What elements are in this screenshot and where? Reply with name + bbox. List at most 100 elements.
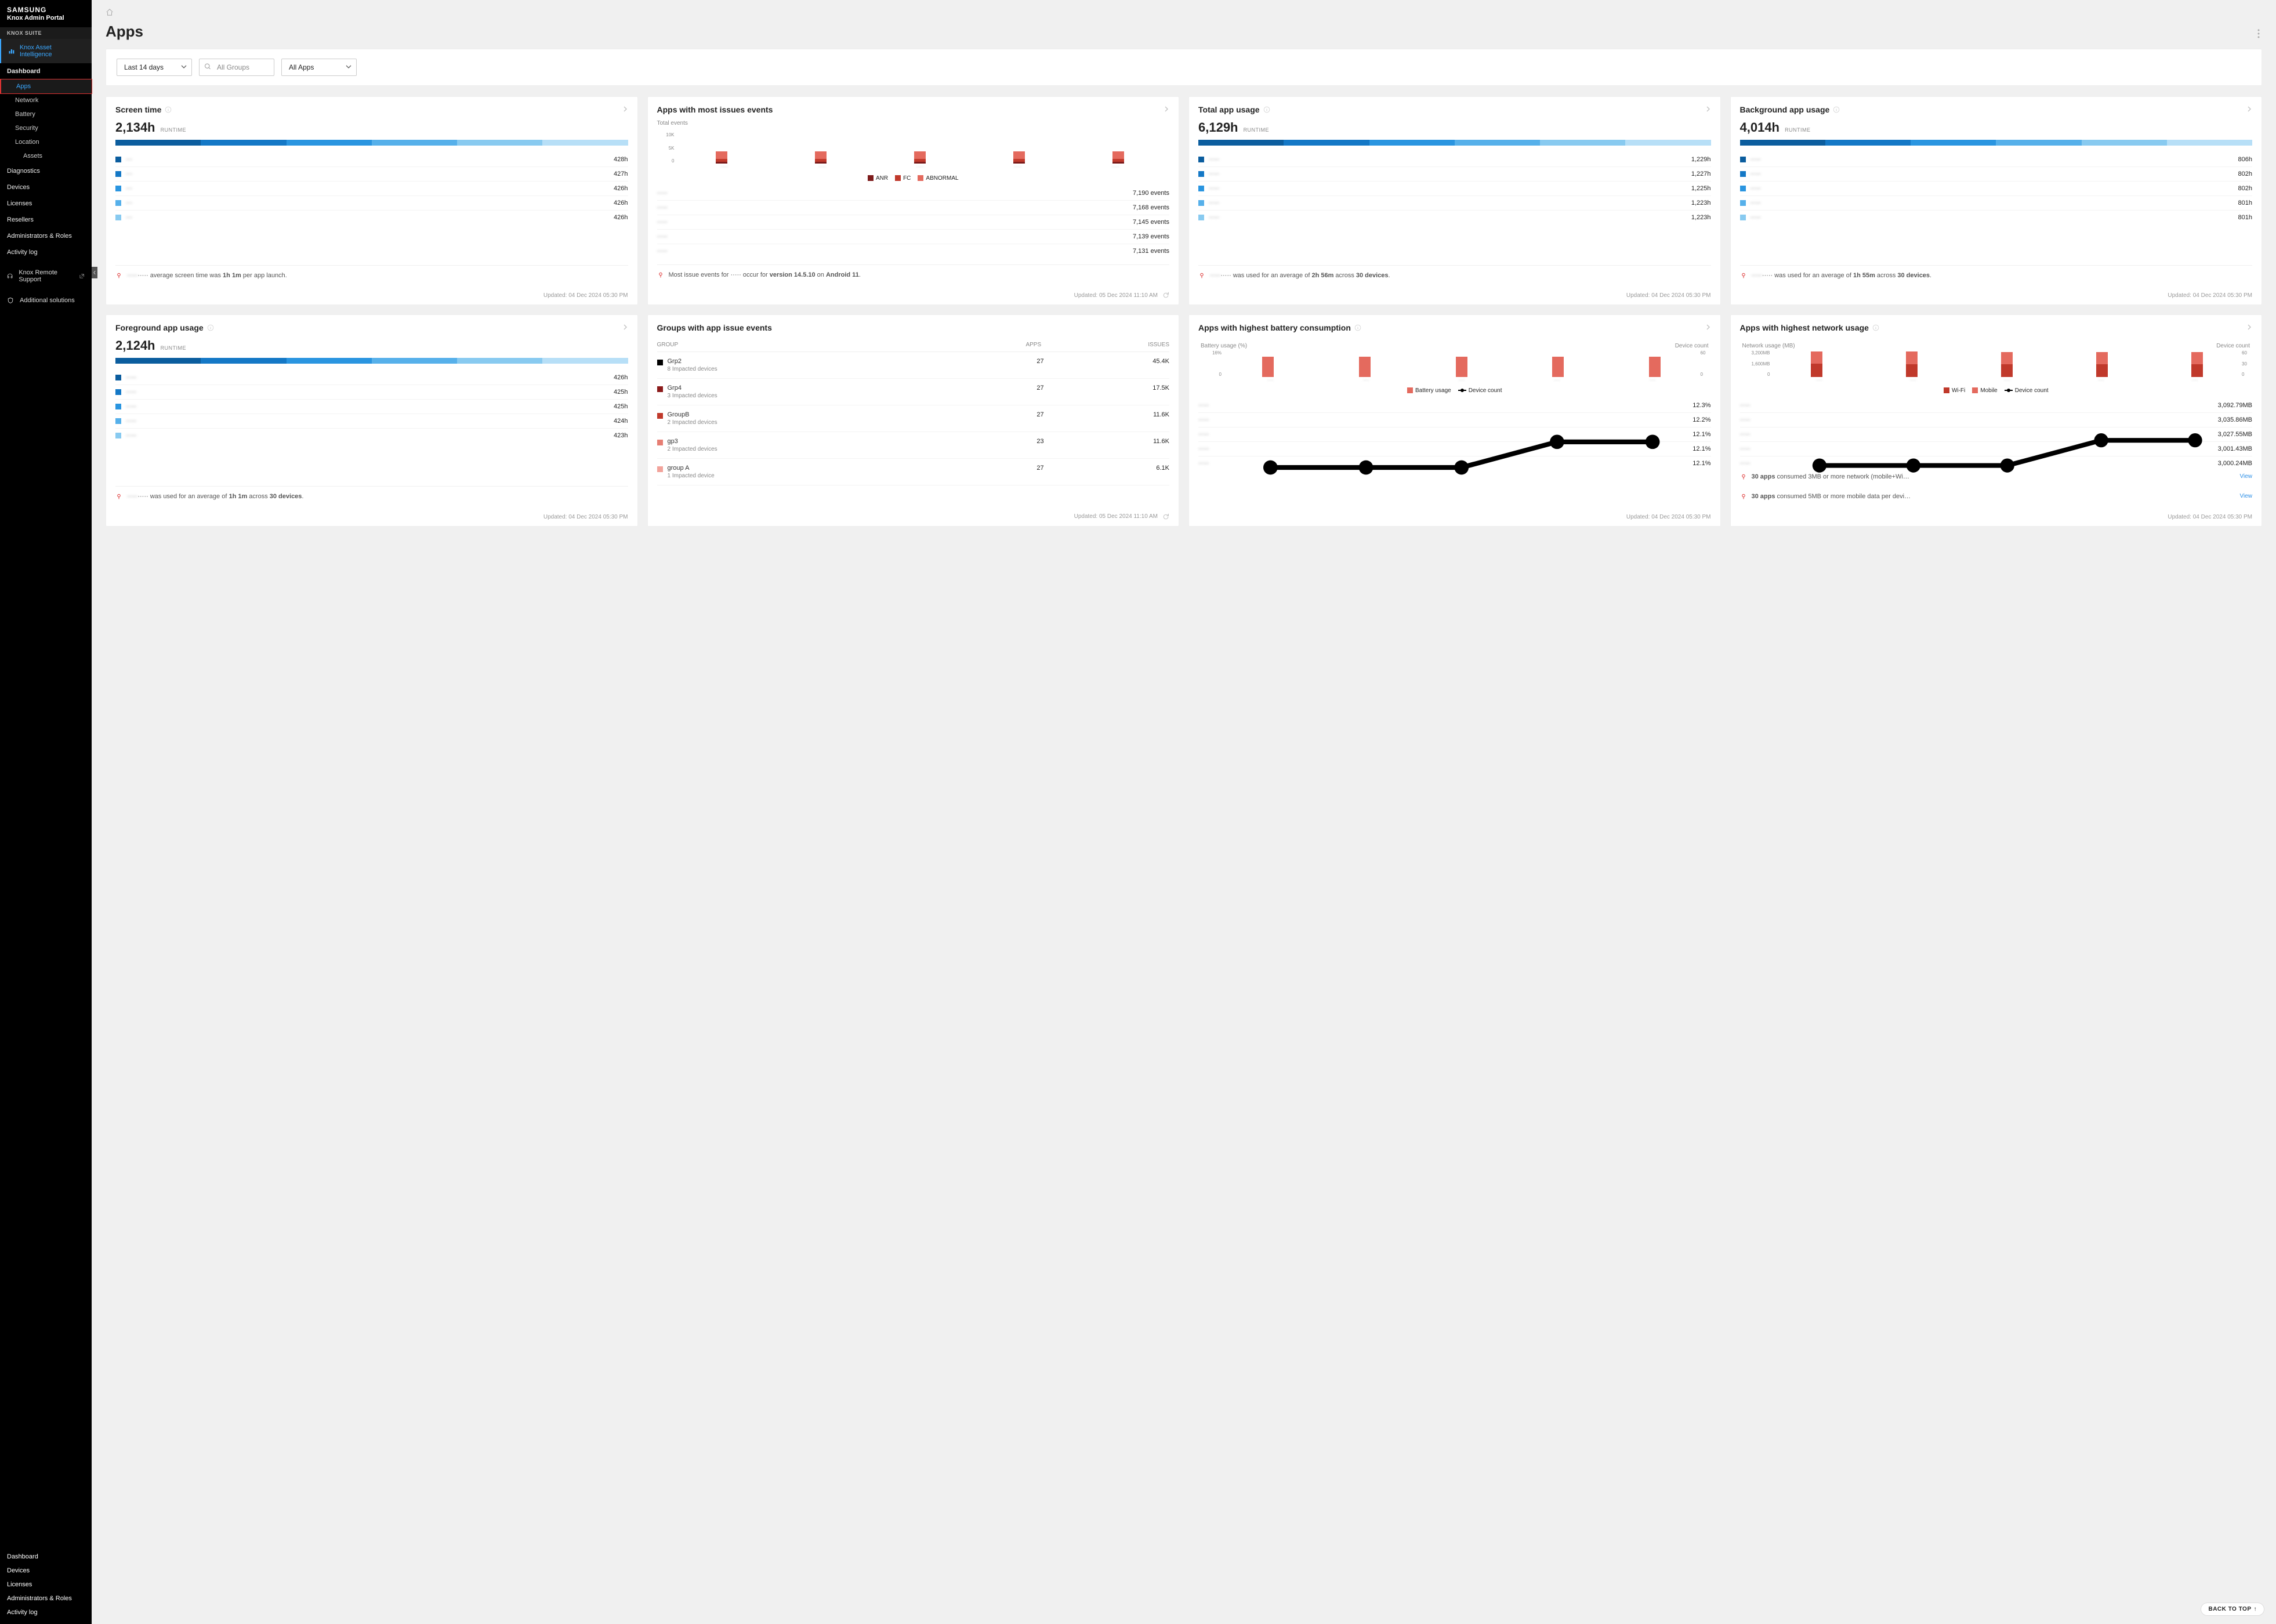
info-icon[interactable] <box>165 106 172 113</box>
refresh-icon[interactable] <box>1162 513 1169 520</box>
home-icon[interactable] <box>106 8 114 16</box>
group-row[interactable]: GroupB2 Impacted devices2711.6K <box>657 405 1170 432</box>
card-expand-button[interactable] <box>2246 106 2252 114</box>
sidebar-item-activity-log[interactable]: Activity log <box>0 244 92 260</box>
pin-icon <box>657 271 664 278</box>
list-item[interactable]: ·····1,225h <box>1198 182 1711 196</box>
nav-products: Knox Asset Intelligence <box>0 39 92 63</box>
list-item[interactable]: ·····801h <box>1740 211 2253 224</box>
card-expand-button[interactable] <box>1705 324 1711 332</box>
list-item[interactable]: ·····1,223h <box>1198 196 1711 211</box>
suite-label: KNOX SUITE <box>0 27 92 39</box>
total-usage-value: 6,129h <box>1198 120 1238 135</box>
footer-link-licenses[interactable]: Licenses <box>7 1578 85 1592</box>
card-insight: ·········· was used for an average of 1h… <box>1740 265 2253 284</box>
list-item[interactable]: ···428h <box>115 153 628 167</box>
kebab-icon <box>2257 29 2260 38</box>
list-item[interactable]: ···426h <box>115 182 628 196</box>
card-title: Apps with most issues events <box>657 105 773 114</box>
card-groups-issues: Groups with app issue events GROUP APPS … <box>647 314 1180 527</box>
sidebar-item-network[interactable]: Network <box>0 93 92 107</box>
list-item[interactable]: ·····1,227h <box>1198 167 1711 182</box>
sidebar-item-administrators-roles[interactable]: Administrators & Roles <box>0 228 92 244</box>
list-item[interactable]: ·····7,168 events <box>657 201 1170 215</box>
info-icon[interactable] <box>1872 324 1879 331</box>
sidebar: SAMSUNG Knox Admin Portal KNOX SUITE Kno… <box>0 0 92 1624</box>
nav-section-dashboard[interactable]: Dashboard <box>0 63 92 79</box>
group-row[interactable]: group A1 Impacted device276.1K <box>657 459 1170 485</box>
card-footer: Updated: 04 Dec 2024 05:30 PM <box>1189 289 1720 304</box>
card-footer: Updated: 05 Dec 2024 11:10 AM <box>648 288 1179 304</box>
card-title: Groups with app issue events <box>657 323 772 332</box>
screen-time-distribution <box>115 140 628 146</box>
page-menu-button[interactable] <box>2257 29 2260 40</box>
sidebar-item-location[interactable]: Location <box>0 135 92 149</box>
info-icon[interactable] <box>1263 106 1270 113</box>
card-fg-usage: Foreground app usage 2,124h RUNTIME ····… <box>106 314 638 527</box>
sidebar-item-assets[interactable]: Assets <box>0 149 92 163</box>
list-item[interactable]: ·····7,145 events <box>657 215 1170 230</box>
sidebar-item-licenses[interactable]: Licenses <box>0 195 92 212</box>
refresh-icon[interactable] <box>1162 292 1169 299</box>
screen-time-rows: ···428h···427h···426h···426h···426h <box>115 153 628 224</box>
group-row[interactable]: Grp28 Impacted devices2745.4K <box>657 352 1170 379</box>
info-icon[interactable] <box>207 324 214 331</box>
footer-link-activity-log[interactable]: Activity log <box>7 1605 85 1619</box>
list-item[interactable]: ·····7,190 events <box>657 186 1170 201</box>
list-item[interactable]: ·····1,229h <box>1198 153 1711 167</box>
nav-knox-remote[interactable]: Knox Remote Support <box>0 264 92 288</box>
footer-link-administrators-roles[interactable]: Administrators & Roles <box>7 1592 85 1605</box>
sidebar-item-diagnostics[interactable]: Diagnostics <box>0 163 92 179</box>
info-icon[interactable] <box>1833 106 1840 113</box>
card-footer: Updated: 04 Dec 2024 05:30 PM <box>106 510 637 526</box>
nav-additional[interactable]: Additional solutions <box>0 292 92 309</box>
group-row[interactable]: Grp43 Impacted devices2717.5K <box>657 379 1170 405</box>
card-expand-button[interactable] <box>1705 106 1711 114</box>
card-footer: Updated: 04 Dec 2024 05:30 PM <box>106 289 637 304</box>
footer-link-dashboard[interactable]: Dashboard <box>7 1550 85 1564</box>
list-item[interactable]: ·····7,131 events <box>657 244 1170 258</box>
nav-product-kai[interactable]: Knox Asset Intelligence <box>0 39 92 63</box>
list-item[interactable]: ·····801h <box>1740 196 2253 211</box>
sidebar-item-resellers[interactable]: Resellers <box>0 212 92 228</box>
card-expand-button[interactable] <box>2246 324 2252 332</box>
date-range-select[interactable]: Last 14 days <box>117 59 192 76</box>
group-search[interactable]: All Groups <box>199 59 274 76</box>
card-title: Total app usage <box>1198 105 1260 114</box>
list-item[interactable]: ·····1,223h <box>1198 211 1711 224</box>
sidebar-item-security[interactable]: Security <box>0 121 92 135</box>
page-title: Apps <box>92 18 2276 49</box>
list-item[interactable]: ·····802h <box>1740 167 2253 182</box>
group-row[interactable]: gp32 Impacted devices2311.6K <box>657 432 1170 459</box>
footer-link-devices[interactable]: Devices <box>7 1564 85 1578</box>
card-battery: Apps with highest battery consumption Ba… <box>1188 314 1721 527</box>
battery-combo-chart: 16%0 600 ···················· <box>1203 350 1706 385</box>
list-item[interactable]: ·····802h <box>1740 182 2253 196</box>
list-item[interactable]: ·····425h <box>115 400 628 414</box>
list-item[interactable]: ·····423h <box>115 429 628 443</box>
list-item[interactable]: ·····7,139 events <box>657 230 1170 244</box>
brand-line1: SAMSUNG <box>7 6 85 14</box>
list-item[interactable]: ·····424h <box>115 414 628 429</box>
back-to-top-button[interactable]: BACK TO TOP ↑ <box>2201 1603 2264 1616</box>
apps-select[interactable]: All Apps <box>281 59 357 76</box>
filter-bar: Last 14 days All Groups All Apps <box>106 49 2262 86</box>
sidebar-item-battery[interactable]: Battery <box>0 107 92 121</box>
main[interactable]: Apps Last 14 days All Groups All Apps Sc… <box>92 0 2276 1624</box>
card-expand-button[interactable] <box>622 106 628 114</box>
list-item[interactable]: ···427h <box>115 167 628 182</box>
sidebar-item-devices[interactable]: Devices <box>0 179 92 195</box>
card-expand-button[interactable] <box>622 324 628 332</box>
list-item[interactable]: ·····806h <box>1740 153 2253 167</box>
card-insight: ·········· was used for an average of 1h… <box>115 486 628 505</box>
list-item[interactable]: ·····425h <box>115 385 628 400</box>
info-icon[interactable] <box>1354 324 1361 331</box>
sidebar-item-apps[interactable]: Apps <box>0 79 92 93</box>
fg-usage-distribution <box>115 358 628 364</box>
total-usage-rows: ·····1,229h·····1,227h·····1,225h·····1,… <box>1198 153 1711 224</box>
list-item[interactable]: ·····426h <box>115 371 628 385</box>
list-item[interactable]: ···426h <box>115 196 628 211</box>
list-item[interactable]: ···426h <box>115 211 628 224</box>
runtime-label: RUNTIME <box>161 127 187 133</box>
card-expand-button[interactable] <box>1164 106 1169 114</box>
